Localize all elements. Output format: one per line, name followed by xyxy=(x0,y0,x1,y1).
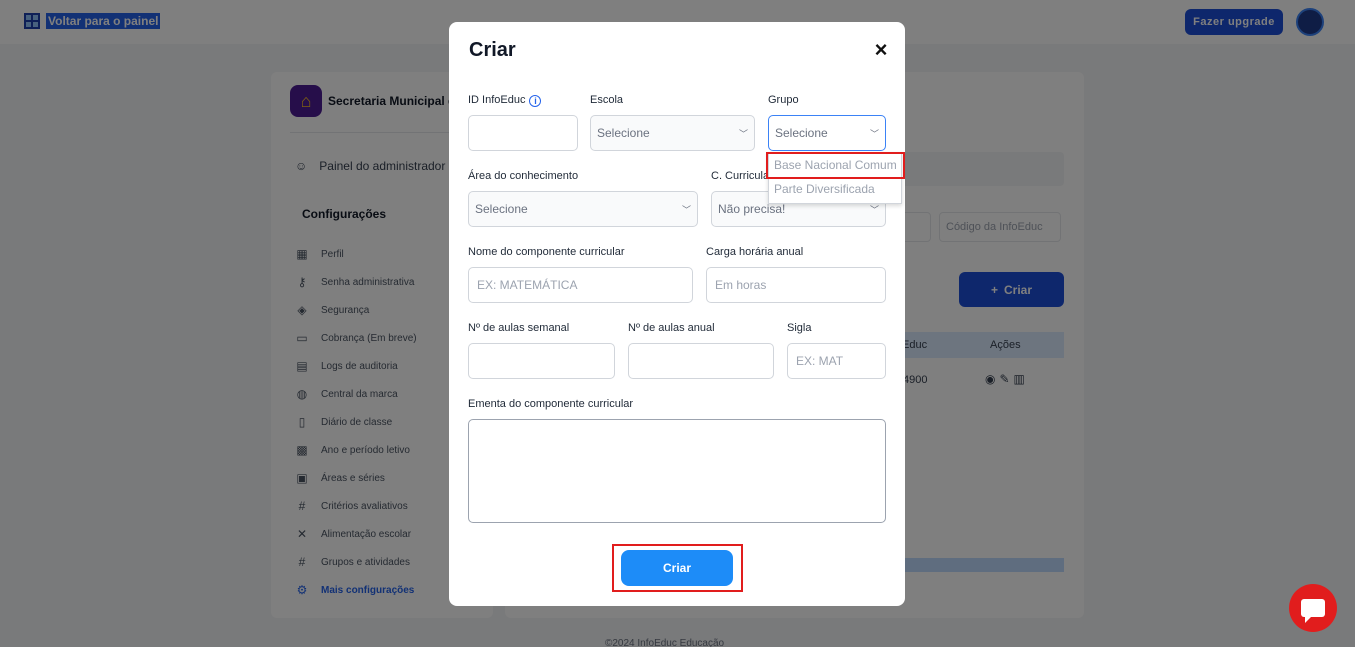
escola-value: Selecione xyxy=(597,126,650,140)
chat-button[interactable] xyxy=(1289,584,1337,632)
area-label: Área do conhecimento xyxy=(468,170,579,182)
curricular-value: Não precisa! xyxy=(718,202,786,216)
ementa-label: Ementa do componente curricular xyxy=(468,398,634,410)
option-parte-diversificada[interactable]: Parte Diversificada xyxy=(769,177,901,201)
grupo-label: Grupo xyxy=(768,94,799,106)
carga-input[interactable]: Em horas xyxy=(706,267,886,303)
escola-select[interactable]: Selecione ﹀ xyxy=(590,115,755,151)
chevron-down-icon: ﹀ xyxy=(738,129,748,139)
chat-icon xyxy=(1301,599,1325,623)
carga-label: Carga horária anual xyxy=(706,246,804,258)
area-select[interactable]: Selecione ﹀ xyxy=(468,191,698,227)
close-icon[interactable]: × xyxy=(871,38,891,62)
semanal-label: Nº de aulas semanal xyxy=(468,322,570,334)
id-label-text: ID InfoEduc xyxy=(468,94,526,106)
nome-label: Nome do componente curricular xyxy=(468,246,625,258)
escola-label: Escola xyxy=(590,94,624,106)
sigla-input[interactable]: EX: MAT xyxy=(787,343,886,379)
grupo-select[interactable]: Selecione ﹀ xyxy=(768,115,886,151)
anual-input[interactable] xyxy=(628,343,774,379)
sigla-label: Sigla xyxy=(787,322,812,334)
info-icon[interactable]: i xyxy=(529,95,542,107)
grupo-value: Selecione xyxy=(775,126,828,140)
id-infoeduc-label: ID InfoEduc i xyxy=(468,94,542,107)
create-modal: Criar × ID InfoEduc i Escola Selecione ﹀ … xyxy=(449,22,905,606)
curricular-label: C. Curricular xyxy=(711,170,773,182)
chevron-down-icon: ﹀ xyxy=(681,205,691,215)
grupo-dropdown-list: Base Nacional Comum Parte Diversificada xyxy=(768,152,902,204)
ementa-textarea[interactable] xyxy=(468,419,886,523)
submit-button[interactable]: Criar xyxy=(621,550,733,586)
option-base-nacional-comum[interactable]: Base Nacional Comum xyxy=(769,153,901,177)
chevron-down-icon: ﹀ xyxy=(869,205,879,215)
anual-label: Nº de aulas anual xyxy=(628,322,715,334)
area-value: Selecione xyxy=(475,202,528,216)
id-infoeduc-input[interactable] xyxy=(468,115,578,151)
modal-title: Criar xyxy=(469,39,516,61)
nome-input[interactable]: EX: MATEMÁTICA xyxy=(468,267,693,303)
semanal-input[interactable] xyxy=(468,343,615,379)
chevron-down-icon: ﹀ xyxy=(869,129,879,139)
